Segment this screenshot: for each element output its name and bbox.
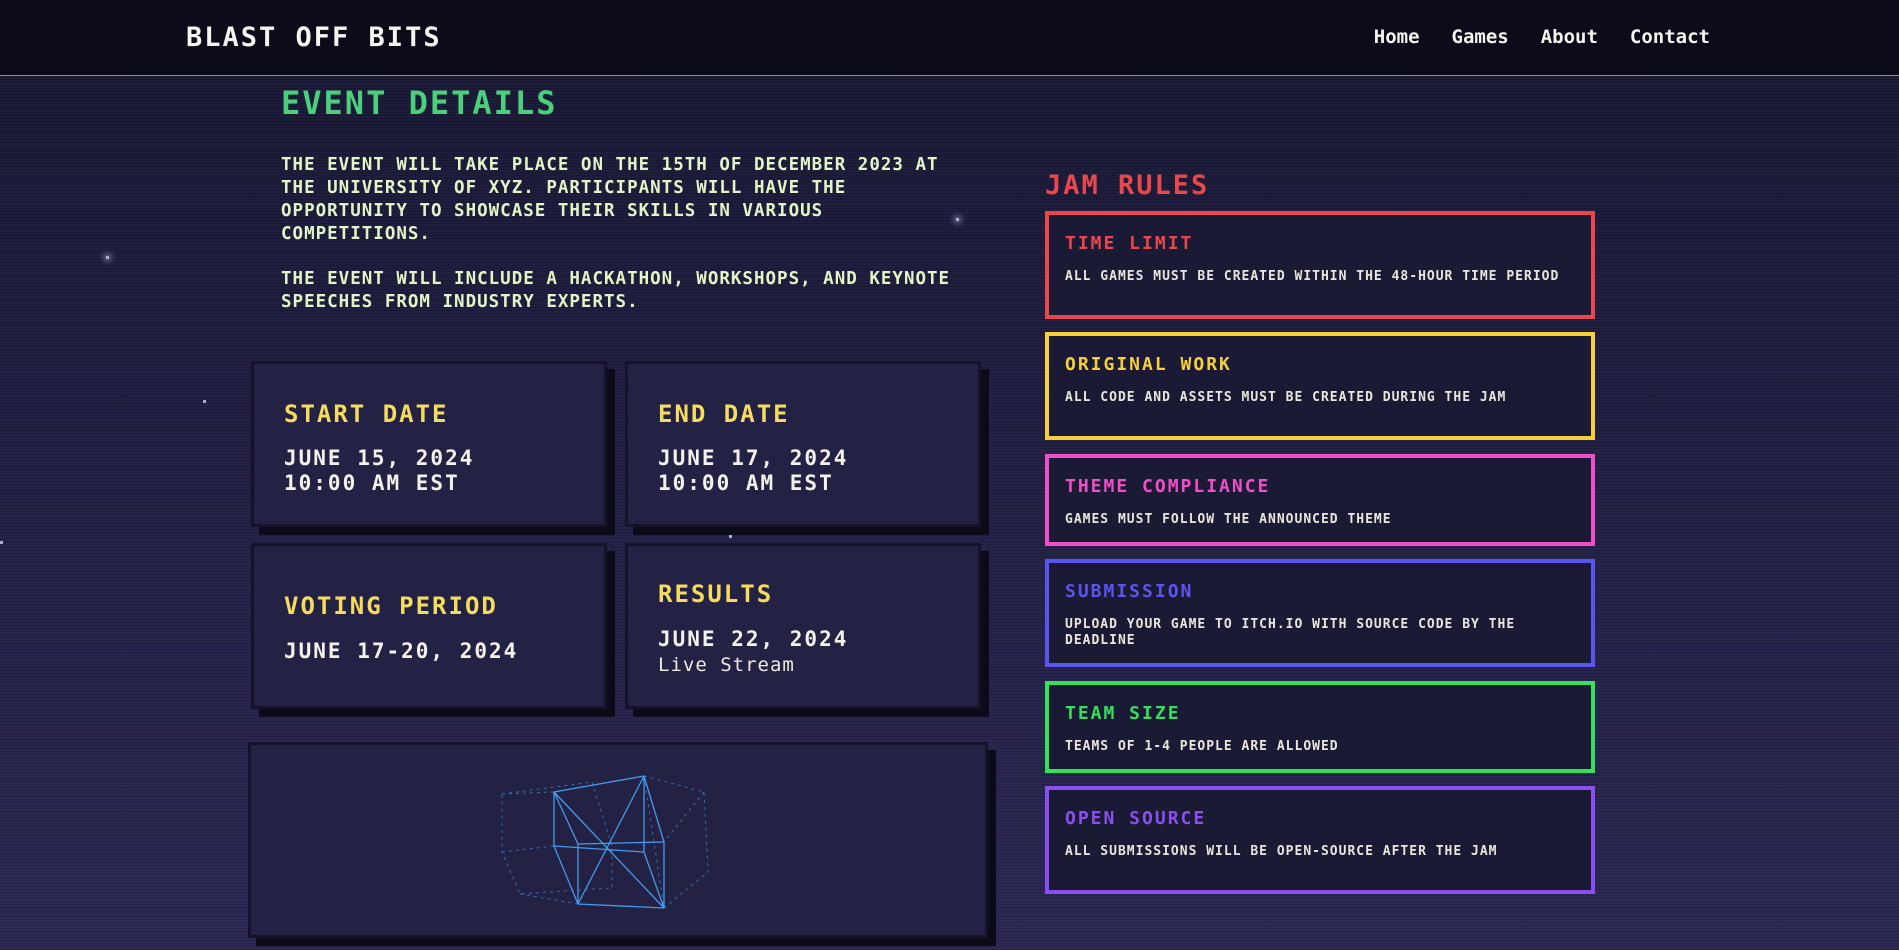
rule-title: SUBMISSION (1065, 581, 1194, 602)
rule-description: TEAMS OF 1-4 PEOPLE ARE ALLOWED (1065, 739, 1339, 754)
rule-description: GAMES MUST FOLLOW THE ANNOUNCED THEME (1065, 512, 1392, 527)
main-nav: Home Games About Contact (1374, 26, 1710, 48)
start-date-title: START DATE (284, 400, 449, 428)
start-date-value: JUNE 15, 2024 (284, 446, 475, 470)
site-logo[interactable]: BLAST OFF BITS (186, 22, 442, 53)
rule-description: ALL CODE AND ASSETS MUST BE CREATED DURI… (1065, 390, 1507, 405)
rule-title: ORIGINAL WORK (1065, 354, 1232, 375)
results-title: RESULTS (658, 580, 774, 608)
main-content: EVENT DETAILS THE EVENT WILL TAKE PLACE … (0, 0, 1899, 950)
rule-title: TEAM SIZE (1065, 703, 1181, 724)
rule-title: TIME LIMIT (1065, 233, 1194, 254)
end-date-value: JUNE 17, 2024 (658, 446, 849, 470)
event-description-1: THE EVENT WILL TAKE PLACE ON THE 15TH OF… (281, 155, 939, 244)
date-card-end: END DATE JUNE 17, 2024 10:00 AM EST (625, 361, 981, 527)
top-navigation-bar: BLAST OFF BITS Home Games About Contact (0, 0, 1899, 76)
rule-team-size: TEAM SIZE TEAMS OF 1-4 PEOPLE ARE ALLOWE… (1045, 681, 1595, 773)
rule-title: OPEN SOURCE (1065, 808, 1207, 829)
nav-contact[interactable]: Contact (1630, 26, 1710, 48)
rule-original-work: ORIGINAL WORK ALL CODE AND ASSETS MUST B… (1045, 332, 1595, 440)
rule-submission: SUBMISSION UPLOAD YOUR GAME TO ITCH.IO W… (1045, 559, 1595, 667)
results-date-value: JUNE 22, 2024 (658, 627, 849, 651)
wireframe-cube-card (248, 742, 988, 938)
wireframe-cube-icon (501, 775, 709, 909)
voting-period-title: VOTING PERIOD (284, 592, 498, 620)
voting-period-value: JUNE 17-20, 2024 (284, 639, 519, 663)
rule-description: ALL GAMES MUST BE CREATED WITHIN THE 48-… (1065, 269, 1560, 284)
rule-title: THEME COMPLIANCE (1065, 476, 1271, 497)
nav-games[interactable]: Games (1452, 26, 1509, 48)
rule-description: ALL SUBMISSIONS WILL BE OPEN-SOURCE AFTE… (1065, 844, 1498, 859)
jam-rules-title: JAM RULES (1045, 170, 1210, 201)
date-card-start: START DATE JUNE 15, 2024 10:00 AM EST (251, 361, 607, 527)
rule-time-limit: TIME LIMIT ALL GAMES MUST BE CREATED WIT… (1045, 211, 1595, 319)
nav-home[interactable]: Home (1374, 26, 1420, 48)
nav-about[interactable]: About (1541, 26, 1598, 48)
date-card-results: RESULTS JUNE 22, 2024 Live Stream (625, 543, 981, 709)
date-card-voting: VOTING PERIOD JUNE 17-20, 2024 (251, 543, 607, 709)
event-description-2: THE EVENT WILL INCLUDE A HACKATHON, WORK… (281, 269, 951, 312)
rule-open-source: OPEN SOURCE ALL SUBMISSIONS WILL BE OPEN… (1045, 786, 1595, 894)
results-subtext: Live Stream (658, 654, 795, 676)
rule-theme-compliance: THEME COMPLIANCE GAMES MUST FOLLOW THE A… (1045, 454, 1595, 546)
start-time-value: 10:00 AM EST (284, 471, 460, 495)
end-date-title: END DATE (658, 400, 790, 428)
end-time-value: 10:00 AM EST (658, 471, 834, 495)
event-details-title: EVENT DETAILS (281, 84, 558, 122)
rule-description: UPLOAD YOUR GAME TO ITCH.IO WITH SOURCE … (1065, 617, 1516, 648)
